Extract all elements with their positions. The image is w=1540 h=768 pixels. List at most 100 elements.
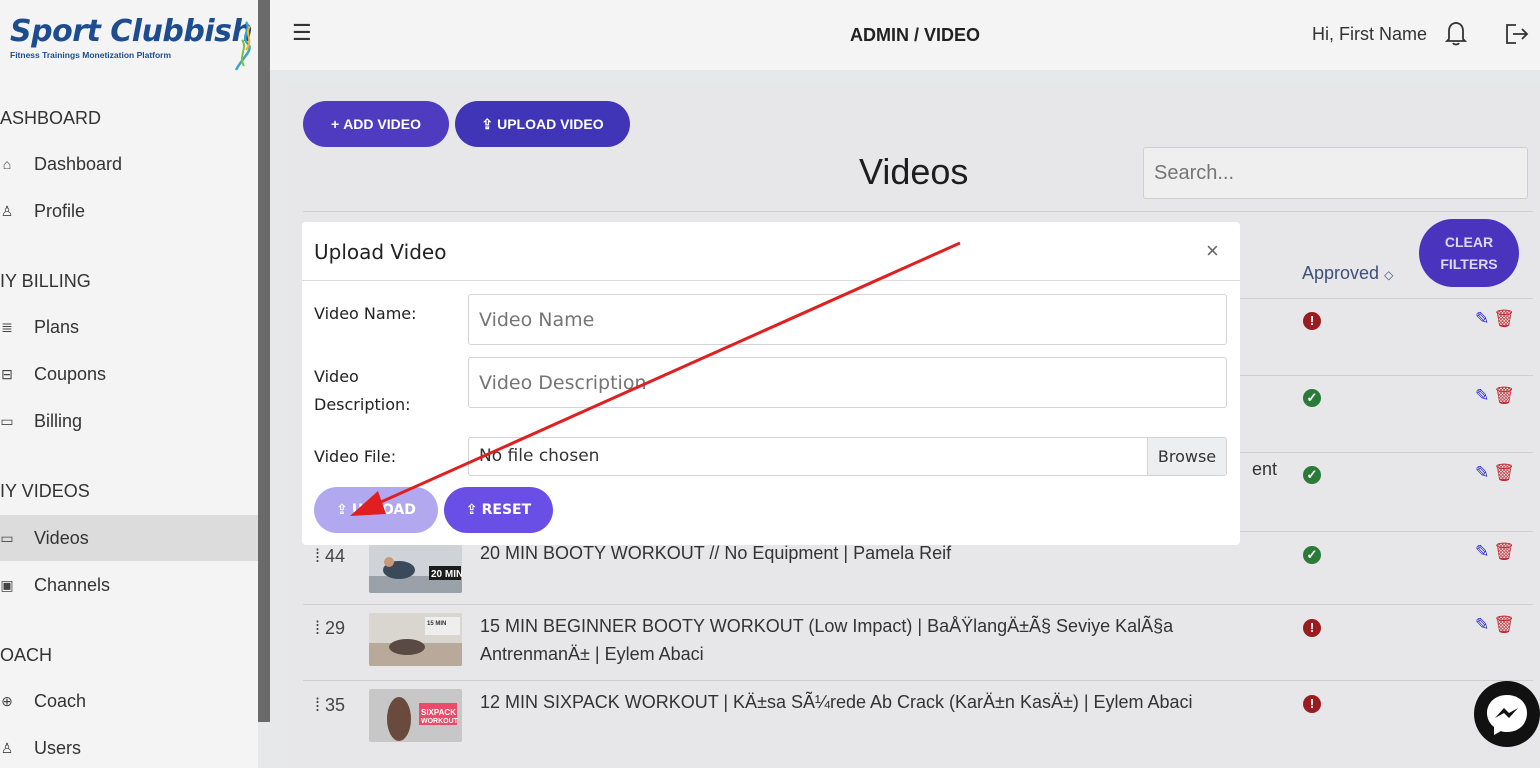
video-file-label: Video File: xyxy=(314,447,397,466)
sidebar-scrollbar[interactable] xyxy=(258,0,270,722)
delete-icon[interactable]: 🗑 xyxy=(1493,309,1515,328)
approved-column-header[interactable]: Approved ◇ xyxy=(1302,263,1393,284)
table-row[interactable]: ⁞ 29 15 MIN 15 MIN BEGINNER BOOTY WORKOU… xyxy=(303,604,1533,680)
sidebar-item-coach[interactable]: ⊕ Coach xyxy=(0,678,258,724)
video-thumbnail[interactable]: SIXPACK WORKOUT xyxy=(369,689,462,742)
video-icon: ▭ xyxy=(0,529,14,546)
home-icon: ⌂ xyxy=(2,156,12,172)
video-description-input[interactable] xyxy=(468,357,1227,408)
video-title[interactable]: 15 MIN BEGINNER BOOTY WORKOUT (Low Impac… xyxy=(480,612,1240,668)
delete-icon[interactable]: 🗑 xyxy=(1493,615,1515,634)
row-actions: ✎ 🗑 xyxy=(1475,386,1515,406)
row-actions: ✎ 🗑 xyxy=(1475,463,1515,483)
delete-icon[interactable]: 🗑 xyxy=(1493,463,1515,482)
delete-icon[interactable]: 🗑 xyxy=(1493,386,1515,405)
sidebar-item-label: Videos xyxy=(34,527,89,548)
users-icon: ♙ xyxy=(0,739,14,756)
edit-icon[interactable]: ✎ xyxy=(1475,463,1489,482)
upload-icon: ⇪ xyxy=(481,115,494,132)
drag-handle-icon[interactable]: ⁞ xyxy=(315,695,325,715)
list-icon: ≣ xyxy=(1,318,13,335)
user-icon: ♙ xyxy=(0,202,14,219)
delete-icon[interactable]: 🗑 xyxy=(1493,542,1515,561)
bell-icon[interactable] xyxy=(1445,20,1467,46)
modal-divider xyxy=(302,280,1240,281)
approved-label: Approved xyxy=(1302,263,1380,283)
sidebar-item-label: Dashboard xyxy=(34,153,123,174)
sidebar-item-label: Billing xyxy=(34,410,83,431)
logout-icon[interactable] xyxy=(1504,22,1530,46)
table-row[interactable]: ⁞ 35 SIXPACK WORKOUT 12 MIN SIXPACK WORK… xyxy=(303,680,1533,768)
upload-video-label: UPLOAD VIDEO xyxy=(497,116,604,132)
video-thumbnail[interactable]: 20 MIN xyxy=(369,540,462,593)
sort-icon: ◇ xyxy=(1384,268,1394,282)
upload-button[interactable]: ⇪ UPLOAD xyxy=(314,487,438,533)
sidebar-item-profile[interactable]: ♙ Profile xyxy=(0,188,258,234)
reset-button[interactable]: ⇪ RESET xyxy=(444,487,553,533)
upload-icon: ⇪ xyxy=(465,502,478,518)
sidebar-item-label: Channels xyxy=(34,574,111,595)
add-video-label: ADD VIDEO xyxy=(343,116,421,132)
sidebar-item-label: Users xyxy=(34,737,82,758)
not-approved-icon: ! xyxy=(1303,312,1321,330)
row-id: ⁞ 29 xyxy=(315,618,346,638)
modal-title: Upload Video xyxy=(314,240,447,264)
approved-check-icon: ✓ xyxy=(1303,546,1321,564)
upload-icon: ⇪ xyxy=(336,502,348,518)
sidebar-item-billing[interactable]: ▭ Billing xyxy=(0,398,258,444)
row-actions: ✎ 🗑 xyxy=(1475,542,1515,562)
sidebar-item-channels[interactable]: ▣ Channels xyxy=(0,562,258,608)
messenger-chat-button[interactable] xyxy=(1474,681,1540,747)
video-file-input[interactable]: No file chosen Browse xyxy=(468,437,1227,476)
thumbnail-caption: 20 MIN xyxy=(431,569,462,580)
upload-button-label: UPLOAD xyxy=(351,502,416,518)
upload-video-button[interactable]: ⇪ UPLOAD VIDEO xyxy=(455,101,630,147)
sidebar-item-label: Plans xyxy=(34,316,80,337)
drag-handle-icon[interactable]: ⁞ xyxy=(315,618,325,638)
sidebar: Sport Clubbish Fitness Trainings Monetiz… xyxy=(0,0,258,768)
clear-filters-button[interactable]: CLEAR FILTERS xyxy=(1419,219,1519,287)
video-description-label: Video Description: xyxy=(314,363,411,419)
videos-heading: Videos xyxy=(859,151,969,192)
browse-button[interactable]: Browse xyxy=(1147,438,1226,475)
drag-handle-icon[interactable]: ⁞ xyxy=(315,546,325,566)
video-thumbnail[interactable]: 15 MIN xyxy=(369,613,462,666)
sidebar-item-videos[interactable]: ▭ Videos xyxy=(0,515,258,561)
row-id: ⁞ 35 xyxy=(315,695,346,715)
section-billing: IY BILLING xyxy=(0,271,91,291)
not-approved-icon: ! xyxy=(1303,695,1321,713)
sidebar-item-plans[interactable]: ≣ Plans xyxy=(0,304,258,350)
brand-logo[interactable]: Sport Clubbish Fitness Trainings Monetiz… xyxy=(10,14,253,60)
video-description-label-line1: Video xyxy=(314,367,359,386)
video-name-label: Video Name: xyxy=(314,304,417,323)
search-input[interactable] xyxy=(1143,147,1528,199)
video-title[interactable]: 12 MIN SIXPACK WORKOUT | KÄ±sa SÃ¼rede A… xyxy=(480,688,1240,716)
sidebar-item-dashboard[interactable]: ⌂ Dashboard xyxy=(0,141,258,187)
sidebar-item-label: Coupons xyxy=(34,363,107,384)
edit-icon[interactable]: ✎ xyxy=(1475,542,1489,561)
row-actions: ✎ 🗑 xyxy=(1475,309,1515,329)
close-icon[interactable]: × xyxy=(1206,238,1219,264)
edit-icon[interactable]: ✎ xyxy=(1475,615,1489,634)
coupon-icon: ⊟ xyxy=(1,365,13,382)
edit-icon[interactable]: ✎ xyxy=(1475,309,1489,328)
add-video-button[interactable]: + ADD VIDEO xyxy=(303,101,449,147)
reset-button-label: RESET xyxy=(481,502,532,518)
upload-video-modal: Upload Video × Video Name: Video Descrip… xyxy=(302,222,1240,545)
thumbnail-subcaption: WORKOUT xyxy=(421,718,459,725)
edit-icon[interactable]: ✎ xyxy=(1475,386,1489,405)
sidebar-item-users[interactable]: ♙ Users xyxy=(0,725,258,768)
divider xyxy=(303,211,1533,212)
brand-swoosh-icon xyxy=(234,21,251,71)
row-id: ⁞ 44 xyxy=(315,546,346,566)
sidebar-item-coupons[interactable]: ⊟ Coupons xyxy=(0,351,258,397)
thumbnail-caption: 15 MIN xyxy=(427,621,446,627)
messenger-icon xyxy=(1487,695,1527,735)
section-videos: IY VIDEOS xyxy=(0,481,90,501)
video-name-input[interactable] xyxy=(468,294,1227,345)
play-icon: ▣ xyxy=(0,576,14,593)
user-greeting[interactable]: Hi, First Name xyxy=(1312,24,1427,45)
partial-title-text: ent xyxy=(1252,459,1278,479)
sidebar-item-label: Profile xyxy=(34,200,86,221)
approved-check-icon: ✓ xyxy=(1303,466,1321,484)
